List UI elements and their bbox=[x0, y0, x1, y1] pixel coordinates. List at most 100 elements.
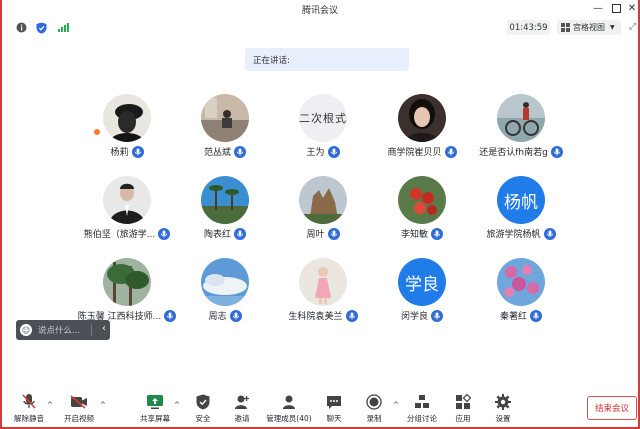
shield-icon[interactable] bbox=[35, 21, 48, 34]
mic-status-icon bbox=[444, 145, 457, 158]
mic-status-icon bbox=[234, 145, 246, 158]
maximize-icon[interactable] bbox=[608, 1, 624, 15]
avatar-text: 二次根式 bbox=[299, 94, 347, 142]
participant-avatar: 学良 bbox=[398, 258, 446, 306]
gear-icon bbox=[494, 393, 512, 411]
participant-avatar bbox=[201, 176, 249, 224]
participant-tile[interactable]: 还是否认fh南若g bbox=[466, 94, 576, 164]
participant-name-row: 闵学良 bbox=[367, 309, 477, 322]
participant-name: 杨莉 bbox=[110, 148, 129, 158]
chevron-up-icon[interactable]: ^ bbox=[174, 401, 180, 409]
chevron-up-icon[interactable]: ^ bbox=[100, 401, 106, 409]
participant-name-row: 旅游学院杨帆 bbox=[466, 227, 576, 240]
mic-status-icon bbox=[431, 227, 443, 240]
start-video-button[interactable]: 开启视频 bbox=[57, 392, 101, 426]
participant-tile[interactable]: 陈玉馨 江西科技师... bbox=[72, 258, 182, 328]
apps-icon bbox=[454, 393, 472, 411]
chevron-down-icon: ▼ bbox=[610, 24, 615, 31]
view-mode-label: 宫格视图 bbox=[573, 23, 605, 32]
participant-tile[interactable]: 范丛斌 bbox=[170, 94, 280, 164]
fullscreen-icon[interactable]: ⤢ bbox=[629, 22, 636, 32]
settings-button[interactable]: 设置 bbox=[481, 392, 525, 426]
chat-button[interactable]: 聊天 bbox=[312, 392, 356, 426]
participant-avatar bbox=[299, 258, 347, 306]
participant-avatar bbox=[201, 258, 249, 306]
end-meeting-button[interactable]: 结束会议 bbox=[587, 396, 637, 420]
participant-avatar bbox=[497, 94, 545, 142]
mic-status-icon bbox=[158, 227, 171, 240]
participant-avatar: 杨帆 bbox=[497, 176, 545, 224]
meeting-timer: 01:43:59 bbox=[507, 20, 550, 35]
chat-placeholder: 说点什么... bbox=[38, 326, 81, 336]
meeting-toolbar: 解除静音 ^ 开启视频 ^ 共享屏幕 ^ 安全 邀请 管理成员(40) 聊天 录… bbox=[2, 392, 638, 427]
chat-quick-input[interactable]: ☺ 说点什么... ‹ bbox=[16, 320, 110, 340]
mic-status-icon bbox=[345, 309, 358, 322]
participant-avatar bbox=[497, 258, 545, 306]
participant-tile[interactable]: 杨帆 旅游学院杨帆 bbox=[466, 176, 576, 246]
minimize-icon[interactable]: — bbox=[590, 1, 606, 15]
invite-label: 邀请 bbox=[234, 414, 250, 423]
mic-status-icon bbox=[327, 145, 340, 158]
participant-tile[interactable]: 生科院袁美兰 bbox=[268, 258, 378, 328]
settings-label: 设置 bbox=[495, 414, 511, 423]
participant-name: 李知敏 bbox=[400, 230, 428, 240]
info-icon[interactable] bbox=[15, 21, 28, 34]
apps-button[interactable]: 应用 bbox=[441, 392, 485, 426]
participant-name-row: 王为 bbox=[268, 145, 378, 158]
participant-tile[interactable]: 商学院崔贝贝 bbox=[367, 94, 477, 164]
speaking-indicator: 正在讲话: bbox=[245, 48, 409, 71]
signal-icon[interactable] bbox=[56, 21, 69, 34]
participant-name-row: 生科院袁美兰 bbox=[268, 309, 378, 322]
participant-tile[interactable]: 学良 闵学良 bbox=[367, 258, 477, 328]
mic-status-icon bbox=[327, 227, 340, 240]
chevron-up-icon[interactable]: ^ bbox=[47, 401, 53, 409]
participant-avatar bbox=[398, 94, 446, 142]
close-icon[interactable]: ✕ bbox=[624, 1, 640, 15]
participant-name-row: 还是否认fh南若g bbox=[466, 145, 576, 158]
record-icon bbox=[365, 393, 383, 411]
chat-icon bbox=[325, 393, 343, 411]
participant-name: 秦著红 bbox=[499, 312, 527, 322]
unmute-label: 解除静音 bbox=[14, 414, 44, 423]
chevron-left-icon[interactable]: ‹ bbox=[102, 323, 106, 334]
record-label: 录制 bbox=[366, 414, 382, 423]
breakout-button[interactable]: 分组讨论 bbox=[400, 392, 444, 426]
chat-label: 聊天 bbox=[326, 414, 342, 423]
grid-view-icon bbox=[561, 23, 570, 32]
meeting-info-bar: 01:43:59 宫格视图 ▼ ⤢ bbox=[2, 18, 638, 38]
participant-tile[interactable]: 陶表红 bbox=[170, 176, 280, 246]
participant-name-row: 李知敏 bbox=[367, 227, 477, 240]
mic-status-icon bbox=[131, 145, 144, 158]
participant-tile[interactable]: 二次根式 王为 bbox=[268, 94, 378, 164]
participant-tile[interactable]: 秦著红 bbox=[466, 258, 576, 328]
participant-tile[interactable]: 周志 bbox=[170, 258, 280, 328]
participant-name-row: 范丛斌 bbox=[170, 145, 280, 158]
manage-members-button[interactable]: 管理成员(40) bbox=[265, 392, 313, 426]
mic-status-icon bbox=[234, 227, 246, 240]
view-mode-button[interactable]: 宫格视图 ▼ bbox=[557, 20, 621, 35]
participant-name: 还是否认fh南若g bbox=[479, 148, 548, 158]
share-screen-button[interactable]: 共享屏幕 bbox=[133, 392, 177, 426]
emoji-icon[interactable]: ☺ bbox=[20, 324, 32, 336]
participant-tile[interactable]: 李知敏 bbox=[367, 176, 477, 246]
security-label: 安全 bbox=[195, 414, 211, 423]
participant-name-row: 杨莉 bbox=[72, 145, 182, 158]
participant-avatar bbox=[103, 94, 151, 142]
breakout-label: 分组讨论 bbox=[407, 414, 437, 423]
chevron-up-icon[interactable]: ^ bbox=[393, 401, 399, 409]
mic-status-icon bbox=[431, 309, 443, 322]
shield-check-icon bbox=[194, 393, 212, 411]
security-button[interactable]: 安全 bbox=[181, 392, 225, 426]
participant-tile[interactable]: 周叶 bbox=[268, 176, 378, 246]
participant-tile[interactable]: 熊伯坚（旅游学... bbox=[72, 176, 182, 246]
participant-name: 生科院袁美兰 bbox=[288, 312, 343, 322]
participant-avatar bbox=[103, 176, 151, 224]
record-button[interactable]: 录制 bbox=[352, 392, 396, 426]
camera-off-icon bbox=[70, 393, 88, 411]
add-user-icon bbox=[233, 393, 251, 411]
participant-name-row: 熊伯坚（旅游学... bbox=[72, 227, 182, 240]
participant-name: 范丛斌 bbox=[203, 148, 231, 158]
participant-tile[interactable]: 杨莉 bbox=[72, 94, 182, 164]
invite-button[interactable]: 邀请 bbox=[220, 392, 264, 426]
unmute-button[interactable]: 解除静音 bbox=[7, 392, 51, 426]
